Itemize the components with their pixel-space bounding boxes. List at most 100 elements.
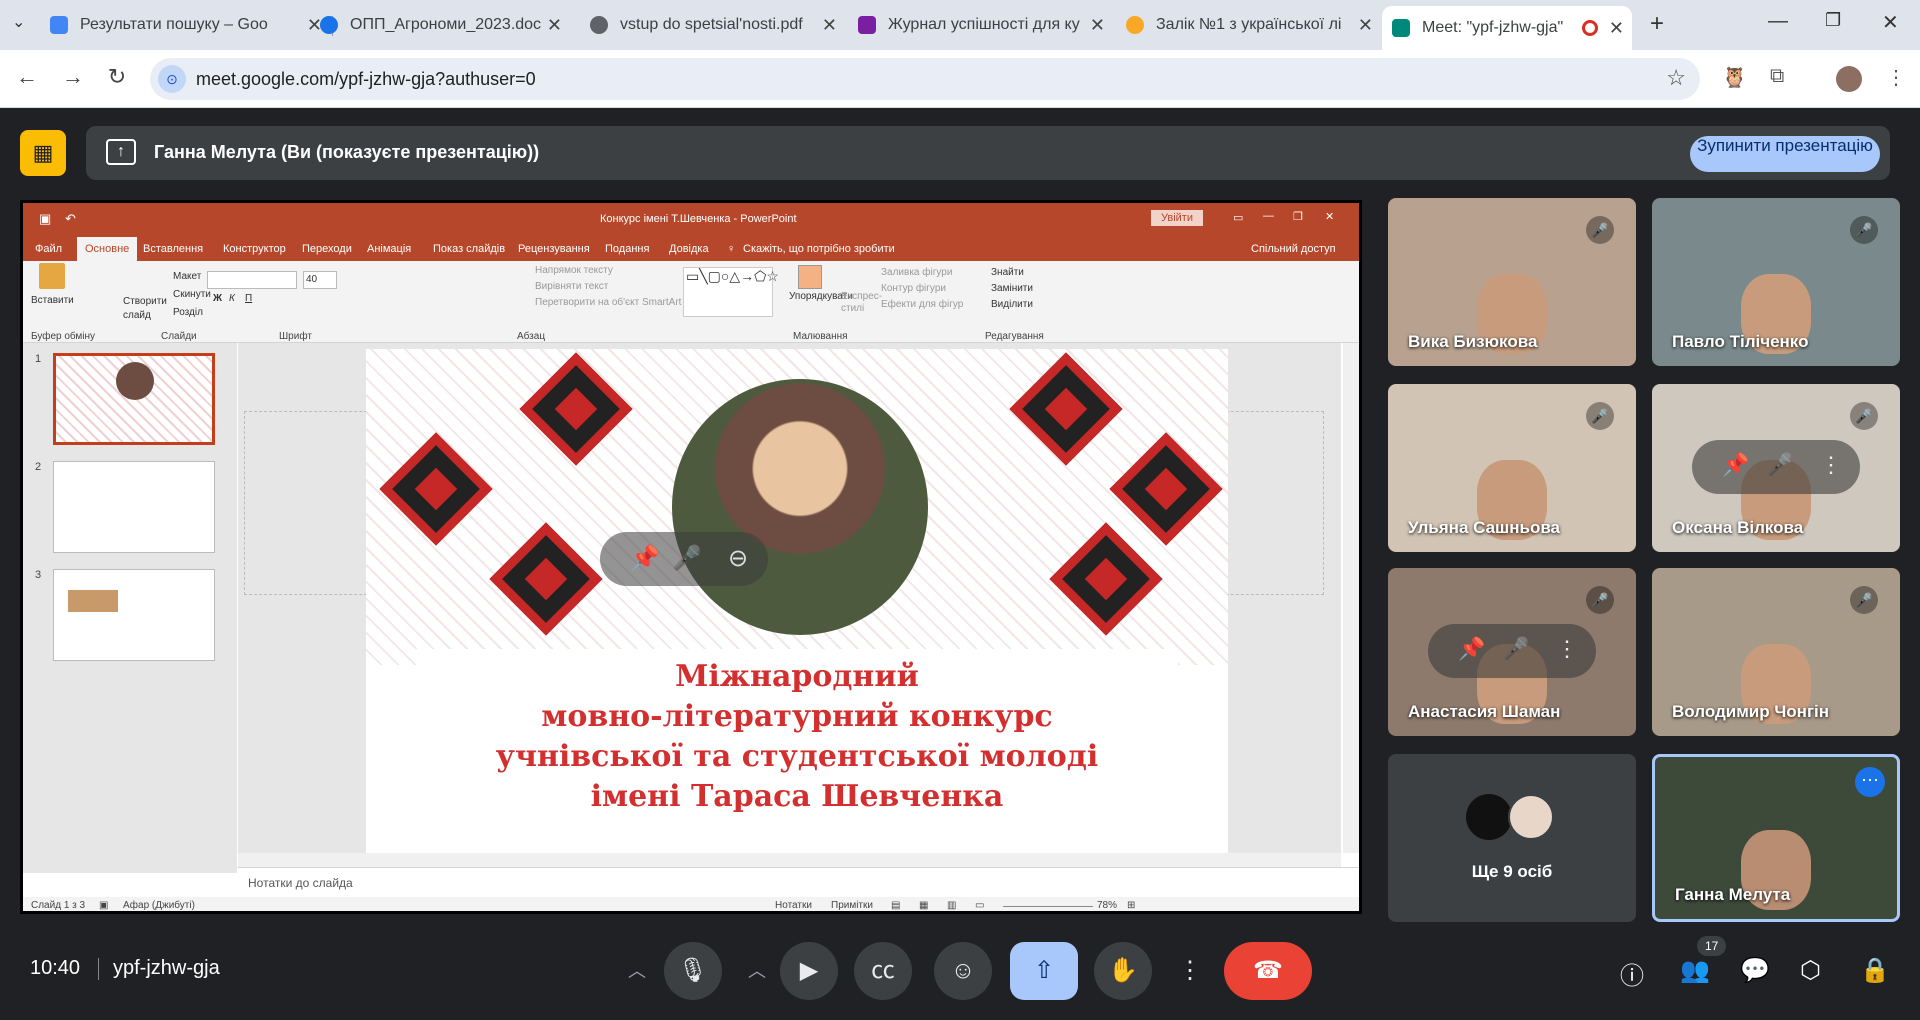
shape-outline-button[interactable]: Контур фігури [881,283,946,294]
microphone-button[interactable]: 🎙 [664,942,722,1000]
bold-button[interactable]: Ж [213,293,222,304]
more-participants-tile[interactable]: Ще 9 осіб [1388,754,1636,922]
ribbon-tab-file[interactable]: Файл [35,243,62,255]
forward-icon[interactable]: → [58,64,88,90]
browser-tab-active[interactable]: Meet: "ypf-jzhw-gja" ✕ [1382,6,1632,50]
pin-icon[interactable]: 📌 [1458,636,1485,662]
back-icon[interactable]: ← [12,64,42,90]
select-button[interactable]: Виділити [991,299,1033,310]
reload-icon[interactable]: ↻ [102,64,132,90]
section-button[interactable]: Розділ [173,307,203,318]
extensions-puzzle-icon[interactable]: ⧉ [1770,65,1784,88]
text-direction-button[interactable]: Напрямок тексту [535,265,613,276]
slide-thumbnail-3[interactable] [53,569,215,661]
browser-tab-3[interactable]: Журнал успішності для ку ✕ [848,8,1113,42]
browser-tab-1[interactable]: ОПП_Агрономи_2023.doc ✕ [310,8,570,42]
comments-button[interactable]: Примітки [831,900,873,911]
meeting-info-icon[interactable]: ⓘ [1620,956,1644,991]
shapes-gallery[interactable]: ▭╲▢○△→⬠☆ [683,267,779,317]
font-name-select[interactable] [207,271,297,289]
replace-button[interactable]: Замінити [991,283,1033,294]
close-icon[interactable]: ✕ [1609,18,1624,39]
participant-tile[interactable]: 🎤 Павло Тіліченко [1652,198,1900,366]
current-slide[interactable]: Міжнародний мовно-літературний конкурс у… [366,349,1228,853]
omnibox[interactable]: ⊙ meet.google.com/ypf-jzhw-gja?authuser=… [150,58,1700,100]
notes-button[interactable]: Нотатки [775,900,812,911]
ribbon-tab-animations[interactable]: Анімація [367,243,411,255]
profile-avatar[interactable] [1836,66,1862,92]
slide-thumbnail-2[interactable] [53,461,215,553]
reading-view-icon[interactable]: ▥ [947,900,956,911]
emoji-reactions-button[interactable]: ☺ [934,942,992,1000]
fit-slide-icon[interactable]: ⊞ [1127,900,1135,911]
ppt-restore-icon[interactable]: ❐ [1293,210,1303,223]
slide-thumbnail-1[interactable] [53,353,215,445]
new-tab-icon[interactable]: + [1650,10,1664,38]
arrange-icon[interactable] [798,265,822,289]
participant-tile[interactable]: 🎤 Ульяна Сашньова [1388,384,1636,552]
new-slide-button[interactable]: Створити слайд [123,295,167,323]
browser-tab-0[interactable]: Результати пошуку – Goo ✕ [40,8,330,42]
slide-notes[interactable]: Нотатки до слайда [238,867,1359,897]
site-info-icon[interactable]: ⊙ [158,65,186,93]
ribbon-tab-insert[interactable]: Вставлення [143,243,203,255]
shape-effects-button[interactable]: Ефекти для фігур [881,299,963,310]
more-options-icon[interactable]: ⋯ [1855,767,1885,797]
ribbon-tab-help[interactable]: Довідка [669,243,709,255]
align-text-button[interactable]: Вирівняти текст [535,281,608,292]
browser-tab-4[interactable]: Залік №1 з української лі ✕ [1116,8,1381,42]
paste-icon[interactable] [39,263,65,289]
audio-options-chevron-icon[interactable]: ︿ [612,942,662,1000]
vertical-scrollbar[interactable] [1343,343,1359,853]
captions-button[interactable]: ㏄ [854,942,912,1000]
presentation-off-icon[interactable]: ▦ [20,130,66,176]
ribbon-tab-home[interactable]: Основне [77,237,138,261]
menu-icon[interactable]: ⋮ [1886,65,1906,90]
font-size-select[interactable]: 40 [303,271,337,289]
mic-off-icon[interactable]: 🎤 [1502,636,1529,662]
normal-view-icon[interactable]: ▤ [891,900,900,911]
ribbon-tab-view[interactable]: Подання [605,243,649,255]
mic-off-icon[interactable]: 🎤 [1766,452,1793,478]
close-icon[interactable]: ✕ [1358,15,1373,36]
paste-button[interactable]: Вставити [31,295,74,306]
self-view-tile[interactable]: ⋯ Ганна Мелута [1652,754,1900,922]
participant-tile[interactable]: 🎤 📌 🎤 ⋮ Анастасия Шаман [1388,568,1636,736]
shape-fill-button[interactable]: Заливка фігури [881,267,952,278]
zoom-slider[interactable] [1003,906,1093,907]
minimize-icon[interactable]: — [1768,10,1788,33]
mic-off-icon[interactable]: 🎤 [672,544,702,573]
smartart-button[interactable]: Перетворити на об'єкт SmartArt [535,297,681,308]
share-button[interactable]: Спільний доступ [1251,243,1336,255]
slideshow-icon[interactable]: ▭ [975,900,984,911]
ppt-close-icon[interactable]: ✕ [1325,210,1334,223]
bookmark-star-icon[interactable]: ☆ [1666,65,1686,91]
horizontal-scrollbar[interactable] [238,853,1341,867]
close-icon[interactable]: ✕ [1090,15,1105,36]
sorter-view-icon[interactable]: ▦ [919,900,928,911]
restore-icon[interactable]: ❐ [1825,10,1841,31]
remove-icon[interactable]: ⊖ [728,544,748,573]
reset-button[interactable]: Скинути [173,289,211,300]
ppt-minimize-icon[interactable]: — [1263,210,1274,222]
ppt-login-button[interactable]: Увійти [1151,210,1203,226]
italic-button[interactable]: К [229,293,235,304]
ribbon-tab-slideshow[interactable]: Показ слайдів [433,243,505,255]
layout-button[interactable]: Макет [173,271,201,282]
close-icon[interactable]: ✕ [547,15,562,36]
pin-icon[interactable]: 📌 [1722,452,1749,478]
host-controls-icon[interactable]: 🔒 [1860,956,1890,985]
more-options-icon[interactable]: ⋮ [1820,452,1842,478]
people-icon[interactable]: 👥 [1680,956,1710,985]
extension-owl-icon[interactable]: 🦉 [1722,65,1747,90]
more-options-icon[interactable]: ⋮ [1556,636,1578,662]
close-icon[interactable]: ✕ [822,15,837,36]
camera-button[interactable]: ▶ [780,942,838,1000]
tab-search-icon[interactable]: ⌄ [12,12,25,32]
find-button[interactable]: Знайти [991,267,1024,278]
participant-tile[interactable]: 🎤 📌 🎤 ⋮ Оксана Вілкова [1652,384,1900,552]
present-now-button[interactable]: ⇧ [1010,942,1078,1000]
ribbon-tab-transitions[interactable]: Переходи [302,243,352,255]
video-options-chevron-icon[interactable]: ︿ [732,942,782,1000]
participant-tile[interactable]: 🎤 Вика Бизюкова [1388,198,1636,366]
